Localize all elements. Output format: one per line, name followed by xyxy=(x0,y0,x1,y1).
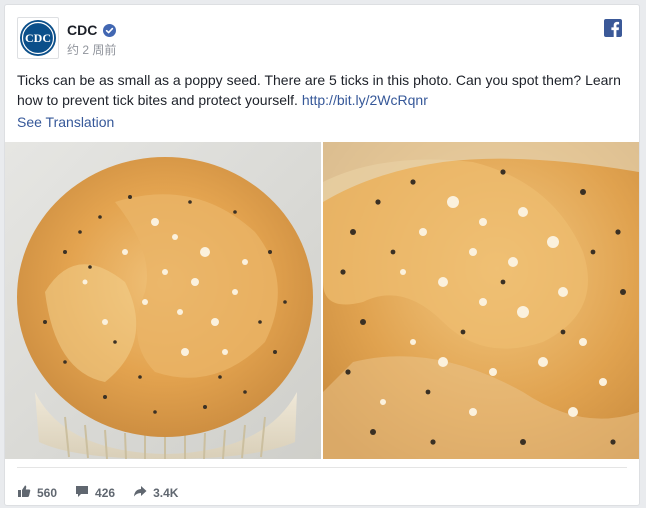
cdc-logo-icon: CDC xyxy=(20,20,56,56)
see-translation-link[interactable]: See Translation xyxy=(17,114,114,130)
comment-bubble-icon xyxy=(75,484,89,501)
engagement-bar: 560 426 3.4K xyxy=(17,484,196,501)
shares-stat[interactable]: 3.4K xyxy=(133,484,178,501)
share-arrow-icon xyxy=(133,484,147,501)
comments-stat[interactable]: 426 xyxy=(75,484,115,501)
post-link[interactable]: http://bit.ly/2WcRqnr xyxy=(302,92,428,108)
avatar-text: CDC xyxy=(25,31,51,45)
post-timestamp[interactable]: 约 2 周前 xyxy=(67,41,116,58)
post-photo-1[interactable] xyxy=(5,142,321,459)
page-name[interactable]: CDC xyxy=(67,22,117,38)
footer-divider xyxy=(17,467,627,468)
verified-badge-icon xyxy=(103,23,117,37)
facebook-logo-icon[interactable] xyxy=(604,19,622,42)
page-name-label[interactable]: CDC xyxy=(67,22,97,38)
likes-count: 560 xyxy=(37,485,58,500)
comments-count: 426 xyxy=(95,485,116,500)
post-message: Ticks can be as small as a poppy seed. T… xyxy=(17,70,629,110)
page-avatar[interactable]: CDC xyxy=(17,17,59,59)
shares-count: 3.4K xyxy=(153,485,179,500)
post-photo-2[interactable] xyxy=(323,142,639,459)
likes-stat[interactable]: 560 xyxy=(17,484,57,501)
thumbs-up-icon xyxy=(17,484,31,501)
post-card: CDC CDC 约 2 周前 Ticks can be as small as … xyxy=(4,4,640,506)
